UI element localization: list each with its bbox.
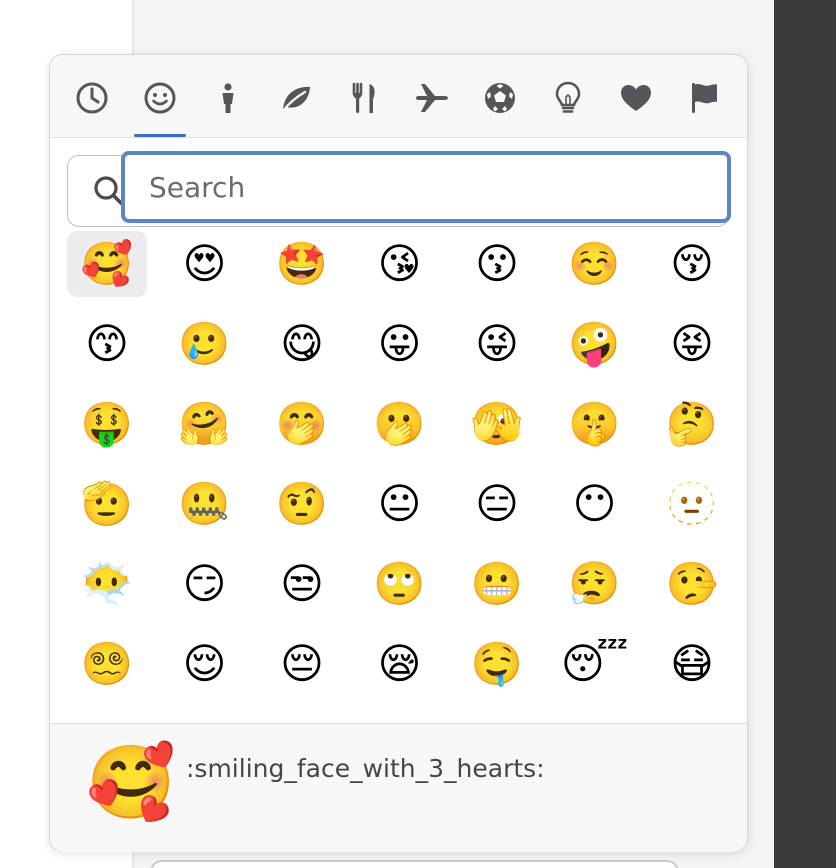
emoji-cell[interactable]: 🙄 [360,551,440,617]
emoji-cell[interactable]: 😙 [67,311,147,377]
emoji-cell[interactable]: 😶 [555,471,635,537]
emoji-cell[interactable]: 😝 [652,311,732,377]
emoji-cell[interactable]: 🤗 [165,391,245,457]
soccer-ball-icon [485,83,515,113]
lightbulb-icon [555,81,581,113]
tab-objects[interactable] [534,73,602,137]
emoji-cell[interactable]: 😋 [262,311,342,377]
emoji-cell[interactable]: 😚 [652,231,732,297]
tab-activities[interactable] [466,73,534,137]
emoji-cell[interactable]: 😴 [555,631,635,697]
leaf-icon [281,86,310,113]
emoji-cell[interactable]: 😘 [360,231,440,297]
tab-symbols[interactable] [602,73,670,137]
background-message-box[interactable] [150,860,679,868]
emoji-cell[interactable]: 🤪 [555,311,635,377]
emoji-cell[interactable]: 🤩 [262,231,342,297]
emoji-cell[interactable]: 🫡 [67,471,147,537]
emoji-cell[interactable]: 🤭 [262,391,342,457]
tab-flags[interactable] [670,73,738,137]
clock-icon [76,82,108,114]
emoji-cell[interactable]: 🤔 [652,391,732,457]
emoji-cell[interactable]: 😪 [360,631,440,697]
airplane-icon [416,84,448,112]
emoji-cell[interactable]: 🤨 [262,471,342,537]
tab-recent[interactable] [58,73,126,137]
emoji-cell[interactable]: 🤤 [457,631,537,697]
heart-icon [621,85,651,111]
smiley-icon [144,82,176,114]
emoji-cell[interactable]: 🫣 [457,391,537,457]
emoji-cell[interactable]: 😗 [457,231,537,297]
emoji-cell[interactable]: 😑 [457,471,537,537]
flag-icon [692,83,717,113]
emoji-cell[interactable]: 😮‍💨 [555,551,635,617]
emoji-cell[interactable]: 😷 [652,631,732,697]
emoji-cell[interactable]: 😌 [165,631,245,697]
emoji-cell[interactable]: 😵‍💫 [67,631,147,697]
person-icon [222,83,234,113]
preview-shortcode: :smiling_face_with_3_hearts: [186,754,545,783]
emoji-cell[interactable]: 🥰 [67,231,147,297]
tab-smileys[interactable] [126,73,194,137]
tab-nature[interactable] [262,73,330,137]
tab-travel[interactable] [398,73,466,137]
utensils-icon [352,82,375,113]
tab-people[interactable] [194,73,262,137]
emoji-cell[interactable]: 😍 [165,231,245,297]
emoji-cell[interactable]: 😜 [457,311,537,377]
emoji-cell[interactable]: 🤑 [67,391,147,457]
search-input[interactable] [121,151,731,223]
emoji-picker: 🥰 😍 🤩 😘 😗 ☺️ 😚 😙 🥲 😋 😛 😜 🤪 😝 🤑 🤗 🤭 🫢 🫣 🤫 🤔 🫡 🤐 🤨 😐 😑 😶 🫥 😶‍🌫️ 😏 😒 🙄 😬 😮‍💨… [49,54,748,852]
emoji-cell[interactable]: 🤥 [652,551,732,617]
emoji-cell[interactable]: 😐 [360,471,440,537]
emoji-cell[interactable]: 😶‍🌫️ [67,551,147,617]
emoji-cell[interactable]: 🤐 [165,471,245,537]
emoji-cell[interactable]: 🫢 [360,391,440,457]
background-right-panel [774,0,836,868]
emoji-cell[interactable]: 🤫 [555,391,635,457]
preview-emoji: 🥰 [86,740,176,824]
emoji-cell[interactable]: 😛 [360,311,440,377]
emoji-cell[interactable]: 🥲 [165,311,245,377]
emoji-cell[interactable]: 🫥 [652,471,732,537]
emoji-cell[interactable]: ☺️ [555,231,635,297]
emoji-cell[interactable]: 😔 [262,631,342,697]
tab-food[interactable] [330,73,398,137]
category-tabs [50,55,747,138]
emoji-cell[interactable]: 😏 [165,551,245,617]
emoji-preview: 🥰 :smiling_face_with_3_hearts: [50,723,747,852]
emoji-cell[interactable]: 😬 [457,551,537,617]
emoji-cell[interactable]: 😒 [262,551,342,617]
